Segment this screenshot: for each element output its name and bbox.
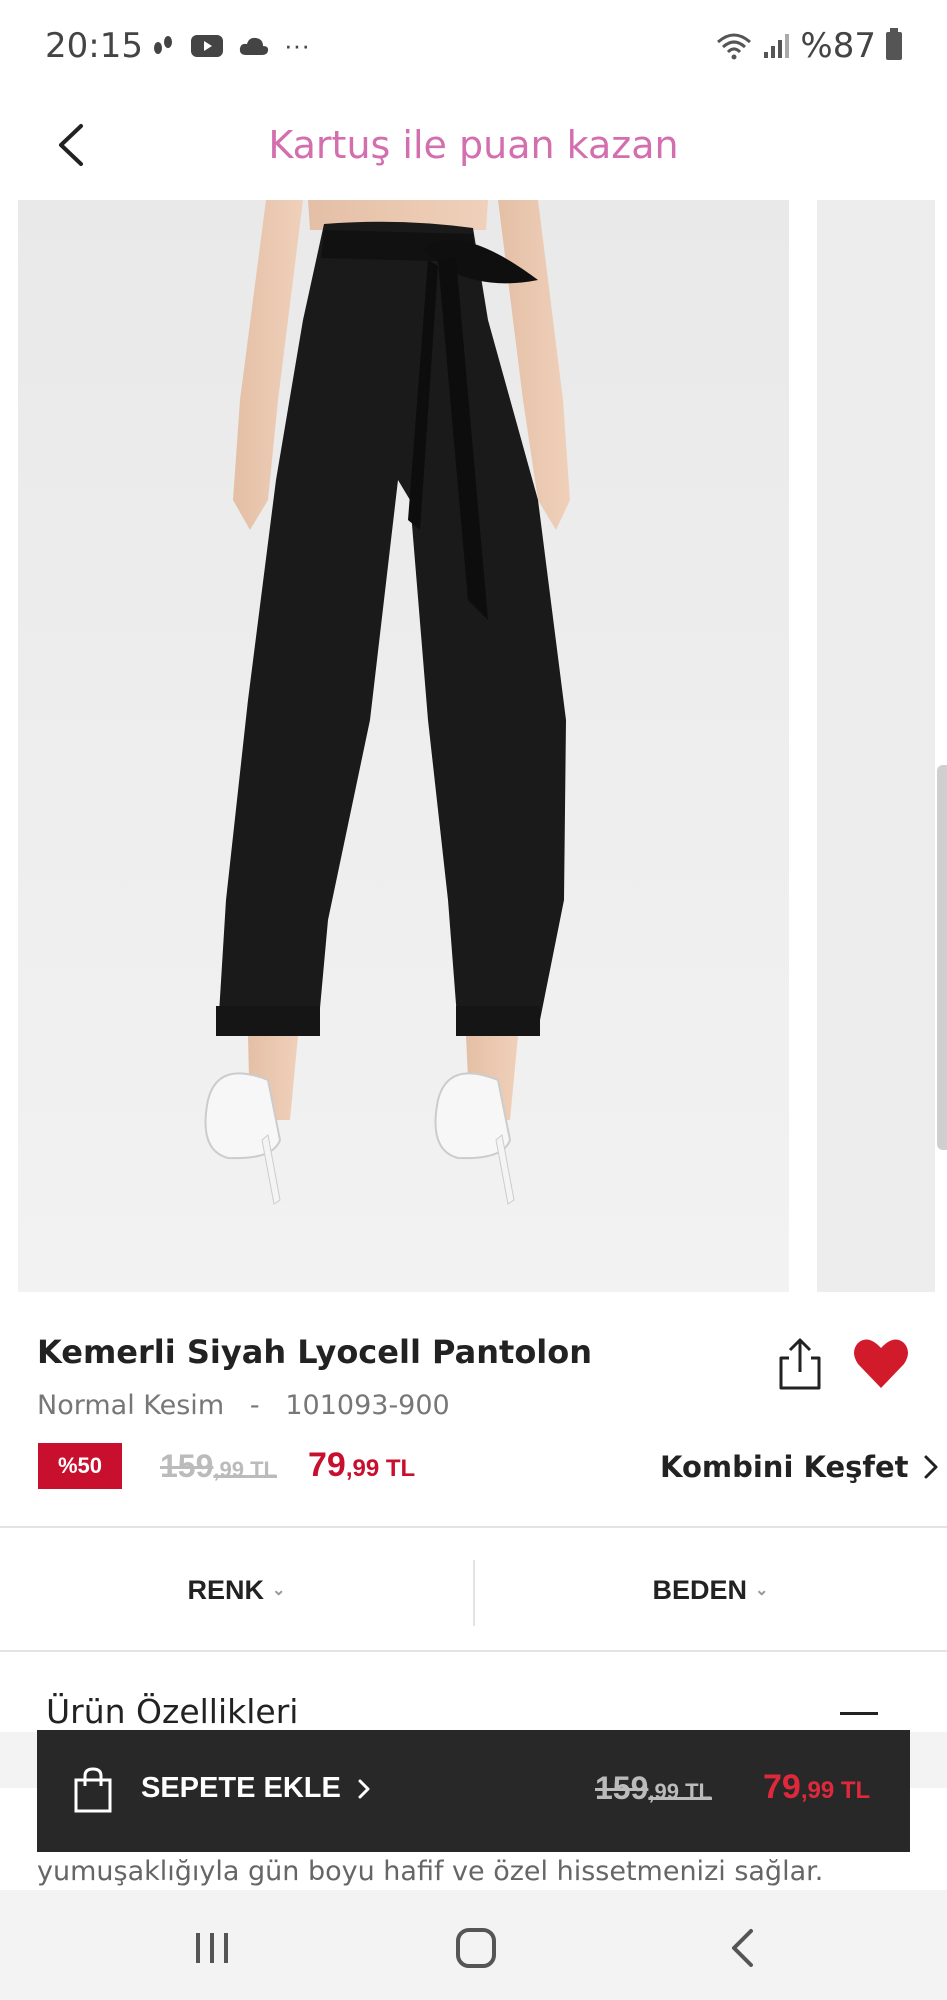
old-price-main: 159 [160, 1448, 214, 1484]
header-title[interactable]: Kartuş ile puan kazan [0, 110, 947, 180]
product-title: Kemerli Siyah Lyocell Pantolon [37, 1333, 593, 1371]
status-bar: 20:15 ··· %87 [0, 0, 947, 90]
chevron-down-icon: ⌄ [755, 1582, 769, 1599]
product-image[interactable] [18, 200, 789, 1292]
home-button[interactable] [436, 1920, 516, 1976]
system-nav-bar [0, 1890, 947, 2000]
notification-icons: ··· [150, 30, 310, 61]
sale-price-main: 79 [308, 1446, 346, 1484]
size-label: BEDEN [652, 1574, 748, 1605]
add-to-cart-label: SEPETE EKLE [141, 1772, 341, 1804]
youtube-icon [191, 34, 223, 57]
wifi-icon [717, 33, 752, 60]
product-subtitle: Normal Kesim - 101093-900 [37, 1390, 450, 1421]
battery-icon [886, 28, 902, 60]
signal-icon [764, 34, 790, 58]
old-price: 159,99 TL [160, 1448, 277, 1485]
product-code: 101093-900 [285, 1390, 450, 1421]
separator: - [249, 1390, 260, 1421]
recent-apps-button[interactable] [172, 1920, 252, 1976]
nav-back-button[interactable] [702, 1920, 782, 1976]
kombini-kesfet-link[interactable]: Kombini Keşfet [660, 1450, 939, 1484]
minus-icon[interactable] [840, 1712, 878, 1715]
cart-sale-price-fraction: ,99 TL [800, 1777, 871, 1804]
scrollbar[interactable] [937, 765, 947, 1150]
nav-back-icon [732, 1929, 753, 1967]
product-description: yumuşaklığıyla gün boyu hafif ve özel hi… [37, 1856, 824, 1887]
product-fit: Normal Kesim [37, 1390, 225, 1421]
cart-old-price-fraction: ,99 TL [648, 1779, 712, 1804]
steps-icon [154, 35, 172, 54]
old-price-fraction: ,99 TL [213, 1457, 277, 1482]
favorite-button[interactable] [852, 1336, 910, 1390]
product-photo [18, 200, 789, 1292]
cart-sale-price: 79,99 TL [763, 1768, 870, 1807]
color-selector[interactable]: RENK ⌄ [0, 1530, 473, 1650]
recent-apps-icon [196, 1933, 228, 1963]
cart-old-price: 159,99 TL [595, 1770, 712, 1807]
cart-sale-price-main: 79 [763, 1768, 801, 1806]
home-icon [456, 1928, 496, 1968]
share-icon [779, 1338, 821, 1390]
discount-badge: %50 [38, 1443, 122, 1489]
share-button[interactable] [775, 1336, 825, 1392]
battery-level: %87 [800, 26, 876, 66]
heart-icon [854, 1339, 908, 1388]
chevron-right-icon [924, 1455, 938, 1479]
cloud-icon [239, 37, 269, 55]
more-notifications-icon: ··· [284, 30, 310, 60]
size-selector[interactable]: BEDEN ⌄ [474, 1530, 947, 1650]
status-time: 20:15 [45, 26, 143, 66]
chevron-right-icon [358, 1779, 370, 1798]
sale-price-fraction: ,99 TL [345, 1455, 416, 1482]
sale-price: 79,99 TL [308, 1446, 415, 1485]
shopping-bag-icon [74, 1767, 112, 1813]
features-title: Ürün Özellikleri [46, 1692, 299, 1731]
color-label: RENK [187, 1574, 265, 1605]
header: Kartuş ile puan kazan [0, 90, 947, 200]
add-to-cart-label-wrap: SEPETE EKLE [141, 1772, 371, 1805]
divider [0, 1526, 947, 1528]
chevron-down-icon: ⌄ [272, 1582, 286, 1599]
kombini-label: Kombini Keşfet [660, 1450, 909, 1484]
status-right: %87 [716, 26, 902, 66]
next-product-image[interactable] [817, 200, 935, 1292]
product-features-toggle[interactable]: Ürün Özellikleri [0, 1652, 947, 1732]
cart-old-price-main: 159 [595, 1770, 649, 1806]
add-to-cart-button[interactable]: SEPETE EKLE 159,99 TL 79,99 TL [37, 1730, 910, 1852]
product-gallery[interactable] [0, 200, 947, 1292]
